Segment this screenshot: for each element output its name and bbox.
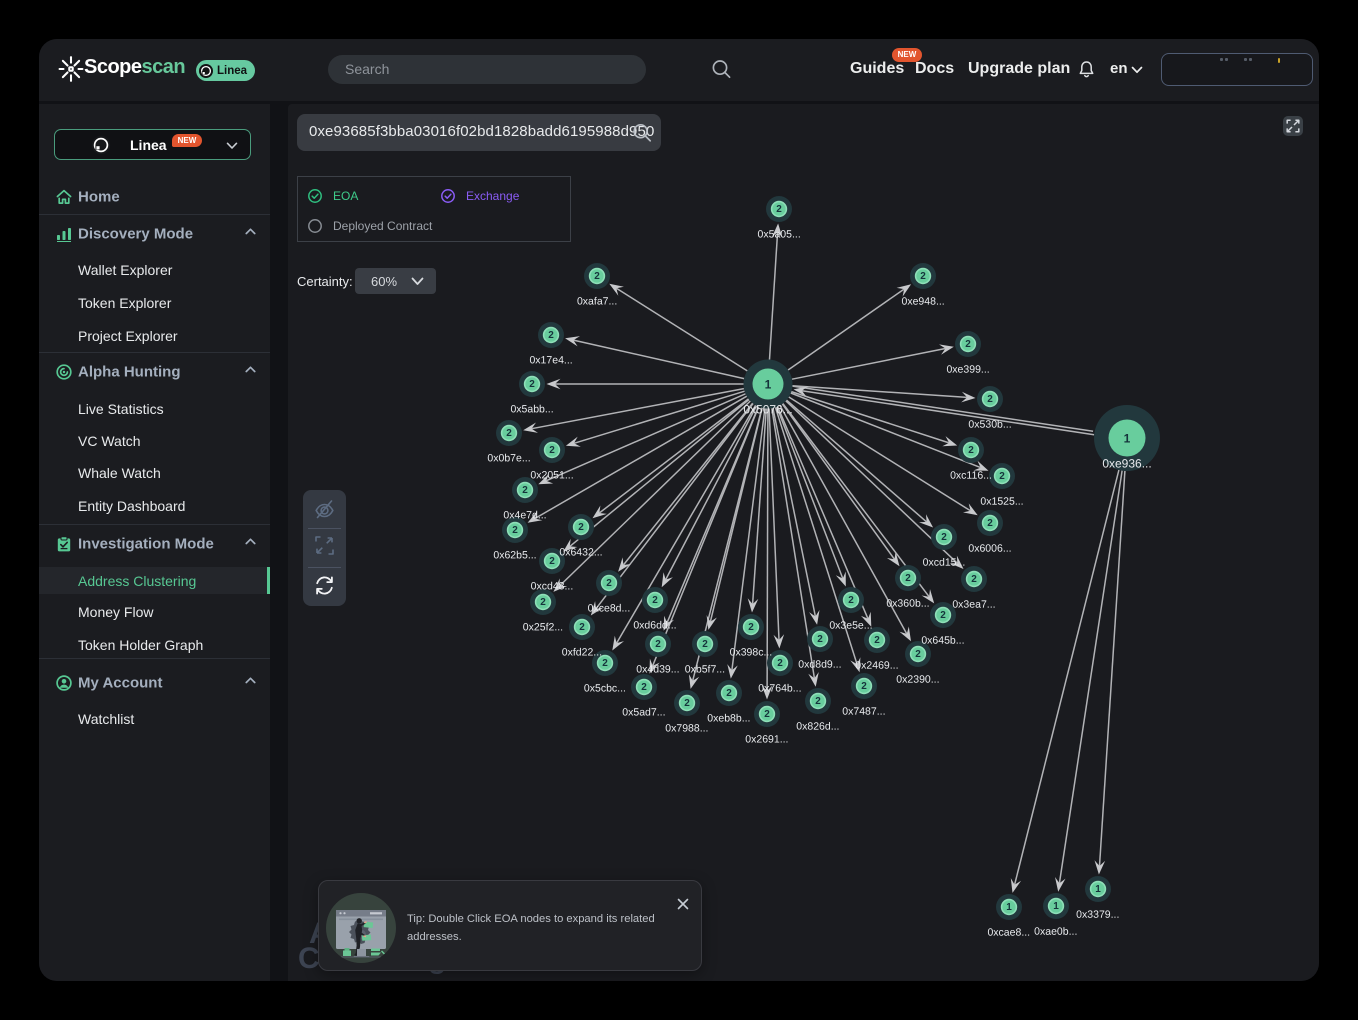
svg-text:0xeb8b...: 0xeb8b... xyxy=(707,713,750,725)
svg-text:2: 2 xyxy=(861,681,867,692)
svg-text:1: 1 xyxy=(765,378,772,392)
svg-text:2: 2 xyxy=(777,658,783,669)
svg-text:2: 2 xyxy=(726,688,732,699)
svg-text:2: 2 xyxy=(915,649,921,660)
svg-text:2: 2 xyxy=(602,658,608,669)
svg-text:2: 2 xyxy=(684,698,690,709)
svg-text:0x3379...: 0x3379... xyxy=(1076,909,1119,921)
svg-text:0xcd48...: 0xcd48... xyxy=(531,580,574,592)
svg-text:0x5ad7...: 0x5ad7... xyxy=(622,706,665,718)
svg-text:2: 2 xyxy=(764,709,770,720)
svg-text:1: 1 xyxy=(1053,901,1059,912)
svg-text:0xe399...: 0xe399... xyxy=(946,364,989,376)
svg-text:2: 2 xyxy=(506,428,512,439)
svg-text:2: 2 xyxy=(641,682,647,693)
svg-text:2: 2 xyxy=(987,518,993,529)
svg-text:0xe936...: 0xe936... xyxy=(1102,457,1151,471)
svg-text:0xd8d9...: 0xd8d9... xyxy=(798,659,841,671)
svg-text:0xe948...: 0xe948... xyxy=(902,296,945,308)
svg-text:0x826d...: 0x826d... xyxy=(796,721,839,733)
svg-text:0x7988...: 0x7988... xyxy=(665,722,708,734)
svg-text:0xce8d...: 0xce8d... xyxy=(588,602,631,614)
svg-text:0x5a05...: 0x5a05... xyxy=(758,229,801,241)
svg-text:2: 2 xyxy=(606,578,612,589)
svg-text:2: 2 xyxy=(941,532,947,543)
svg-text:2: 2 xyxy=(655,639,661,650)
svg-text:2: 2 xyxy=(702,639,708,650)
svg-text:0x17e4...: 0x17e4... xyxy=(529,354,572,366)
svg-text:2: 2 xyxy=(920,271,926,282)
svg-text:0xb5f7...: 0xb5f7... xyxy=(685,664,725,676)
svg-text:1: 1 xyxy=(1006,902,1012,913)
svg-text:1: 1 xyxy=(1095,884,1101,895)
svg-text:0x5076...: 0x5076... xyxy=(743,402,792,416)
svg-text:0x1525...: 0x1525... xyxy=(980,496,1023,508)
svg-text:0xae0b...: 0xae0b... xyxy=(1034,926,1077,938)
svg-text:0x3e5e...: 0x3e5e... xyxy=(829,620,872,632)
svg-text:2: 2 xyxy=(549,445,555,456)
svg-text:0x6006...: 0x6006... xyxy=(968,543,1011,555)
svg-text:2: 2 xyxy=(512,525,518,536)
svg-text:2: 2 xyxy=(594,271,600,282)
svg-text:2: 2 xyxy=(549,556,555,567)
svg-text:0x7487...: 0x7487... xyxy=(842,706,885,718)
svg-text:0xfd22...: 0xfd22... xyxy=(562,646,602,658)
svg-text:0x4e7d...: 0x4e7d... xyxy=(503,509,546,521)
svg-text:0x5abb...: 0x5abb... xyxy=(510,403,553,415)
svg-text:0x6432...: 0x6432... xyxy=(559,546,602,558)
svg-text:2: 2 xyxy=(579,622,585,633)
svg-text:2: 2 xyxy=(940,610,946,621)
svg-text:2: 2 xyxy=(987,394,993,405)
svg-text:0x62b5...: 0x62b5... xyxy=(493,549,536,561)
svg-text:0x2691...: 0x2691... xyxy=(745,734,788,746)
svg-text:0xc116...: 0xc116... xyxy=(950,470,992,482)
svg-text:2: 2 xyxy=(522,485,528,496)
svg-text:0x360b...: 0x360b... xyxy=(886,598,929,610)
svg-text:2: 2 xyxy=(817,634,823,645)
svg-text:2: 2 xyxy=(652,595,658,606)
svg-text:0xd6dd...: 0xd6dd... xyxy=(633,619,676,631)
svg-text:0x3ea7...: 0x3ea7... xyxy=(952,599,995,611)
svg-text:2: 2 xyxy=(529,379,535,390)
svg-text:2: 2 xyxy=(748,622,754,633)
svg-text:0x530b...: 0x530b... xyxy=(968,419,1011,431)
svg-text:2: 2 xyxy=(815,696,821,707)
svg-text:0x764b...: 0x764b... xyxy=(758,683,801,695)
svg-text:2: 2 xyxy=(965,339,971,350)
svg-text:2: 2 xyxy=(540,597,546,608)
svg-text:1: 1 xyxy=(1124,432,1131,446)
svg-text:0x398c...: 0x398c... xyxy=(730,647,773,659)
svg-text:2: 2 xyxy=(548,330,554,341)
svg-text:2: 2 xyxy=(999,471,1005,482)
svg-text:0x2051...: 0x2051... xyxy=(530,469,573,481)
svg-text:0x2390...: 0x2390... xyxy=(896,674,939,686)
svg-text:0x4d39...: 0x4d39... xyxy=(636,663,679,675)
svg-text:2: 2 xyxy=(968,445,974,456)
svg-text:0x2469...: 0x2469... xyxy=(855,660,898,672)
svg-text:0xafa7...: 0xafa7... xyxy=(577,295,617,307)
svg-text:0x645b...: 0x645b... xyxy=(921,635,964,647)
svg-text:2: 2 xyxy=(971,574,977,585)
svg-text:0xcd15...: 0xcd15... xyxy=(923,557,966,569)
svg-text:2: 2 xyxy=(905,573,911,584)
svg-text:2: 2 xyxy=(848,595,854,606)
svg-text:2: 2 xyxy=(776,204,782,215)
svg-text:0x25f2...: 0x25f2... xyxy=(523,621,563,633)
svg-text:0xcae8...: 0xcae8... xyxy=(987,927,1030,939)
svg-text:0x0b7e...: 0x0b7e... xyxy=(487,452,530,464)
svg-text:2: 2 xyxy=(874,635,880,646)
svg-text:2: 2 xyxy=(578,522,584,533)
svg-text:0x5cbc...: 0x5cbc... xyxy=(584,682,626,694)
